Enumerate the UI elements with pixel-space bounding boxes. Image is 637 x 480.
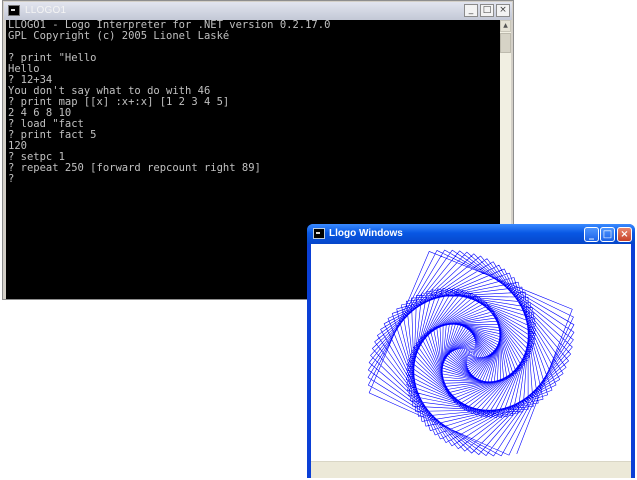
scroll-up-arrow-icon[interactable]: ▲ bbox=[500, 20, 511, 32]
turtle-drawing-canvas bbox=[367, 249, 575, 457]
console-close-button[interactable]: × bbox=[496, 4, 510, 17]
scrollbar-thumb[interactable] bbox=[500, 33, 511, 53]
graphics-window[interactable]: Llogo Windows _ □ × bbox=[307, 224, 635, 478]
turtle-spiral-path bbox=[367, 249, 575, 457]
graphics-app-icon[interactable] bbox=[313, 228, 325, 239]
graphics-window-title: Llogo Windows bbox=[329, 228, 403, 239]
console-app-icon[interactable] bbox=[8, 5, 20, 16]
graphics-status-bar bbox=[311, 461, 631, 478]
console-maximize-button[interactable]: □ bbox=[480, 4, 494, 17]
console-window-title: LLOGO1 bbox=[25, 5, 67, 16]
console-line: ? repeat 250 [forward repcount right 89] bbox=[8, 162, 261, 174]
graphics-close-button[interactable]: × bbox=[617, 227, 632, 242]
graphics-titlebar[interactable]: Llogo Windows _ □ × bbox=[307, 224, 635, 244]
graphics-maximize-button[interactable]: □ bbox=[600, 227, 615, 242]
console-line: GPL Copyright (c) 2005 Lionel Laské bbox=[8, 30, 230, 42]
graphics-client-area bbox=[311, 244, 631, 478]
console-minimize-button[interactable]: _ bbox=[464, 4, 478, 17]
graphics-minimize-button[interactable]: _ bbox=[584, 227, 599, 242]
console-titlebar[interactable]: LLOGO1 _ □ × bbox=[4, 2, 512, 20]
console-line: ? bbox=[8, 173, 15, 185]
console-text: LLOGO1 - Logo Interpreter for .NET versi… bbox=[6, 20, 502, 185]
